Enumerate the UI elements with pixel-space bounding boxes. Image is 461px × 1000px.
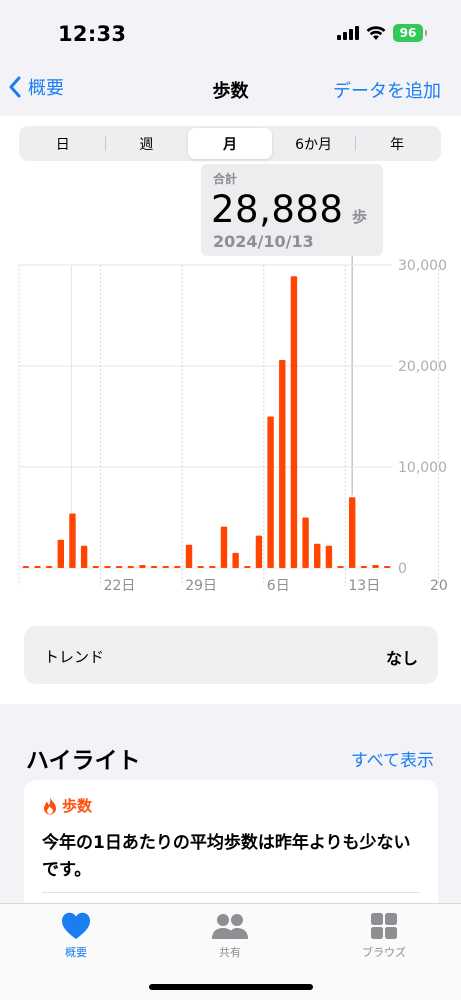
add-data-button[interactable]: データを追加 [333,77,441,103]
bar[interactable] [139,564,146,568]
cellular-signal-icon [337,26,359,40]
bar[interactable] [267,416,274,569]
y-tick-label: 20,000 [398,359,447,375]
see-all-link[interactable]: すべて表示 [351,746,434,771]
y-tick-label: 30,000 [398,258,447,274]
segment-year[interactable]: 年 [355,128,439,159]
highlight-category-label: 歩数 [62,797,93,815]
x-tick-label: 22日 [104,578,136,594]
segment-day[interactable]: 日 [21,128,105,159]
segment-month[interactable]: 月 [188,128,272,159]
bar[interactable] [185,544,193,568]
bar[interactable] [383,566,391,568]
tooltip-date: 2024/10/13 [213,232,314,251]
bar[interactable] [360,566,368,568]
status-icons: 96 [337,24,427,42]
bar[interactable] [80,545,88,568]
bar[interactable] [209,566,216,568]
segment-month-label: 月 [222,136,237,153]
bar[interactable] [162,566,169,568]
segment-six-months-label: 6か月 [295,136,333,153]
trend-card[interactable]: トレンド なし [24,626,438,684]
bar[interactable] [69,513,76,568]
flame-icon [44,796,56,814]
bar[interactable] [232,552,239,568]
home-indicator [149,984,313,990]
chart-panel: 日 週 月 6か月 年 合計 28,888 歩 2024/10/13 0 10,0… [0,116,461,704]
tab-sharing-label: 共有 [219,946,241,959]
tab-summary[interactable]: 概要 [16,912,136,960]
y-tick-label: 0 [398,561,407,577]
status-bar: 12:33 96 [0,0,461,60]
bar[interactable] [244,566,251,568]
bar[interactable] [92,566,99,568]
segment-six-months[interactable]: 6か月 [272,128,356,159]
bar[interactable] [115,566,123,568]
status-time: 12:33 [58,22,127,46]
bar[interactable] [57,539,65,568]
bar[interactable] [22,566,30,568]
bar[interactable] [279,359,286,568]
trend-label: トレンド [44,648,105,666]
bar[interactable] [325,545,333,568]
bar[interactable] [314,543,321,568]
segment-week-label: 週 [139,136,154,153]
battery-indicator: 96 [393,24,427,42]
battery-level: 96 [399,26,417,40]
segment-week[interactable]: 週 [104,128,189,159]
bar[interactable] [337,565,344,568]
bar[interactable] [372,564,379,568]
trend-value: なし [385,649,418,668]
bar[interactable] [127,566,134,568]
highlight-divider [42,892,420,893]
bar[interactable] [220,526,228,568]
segment-day-label: 日 [55,136,70,153]
x-tick-label: 29日 [185,578,217,594]
y-tick-label: 10,000 [398,460,447,476]
x-tick-label: 20 [430,578,448,594]
highlight-text: 今年の1日あたりの平均歩数は昨年よりも少ないです。 [42,833,411,880]
highlight-category: 歩数 [42,795,92,816]
bar[interactable] [302,517,309,569]
nav-bar: 概要 歩数 データを追加 [0,62,461,114]
x-tick-label: 6日 [267,578,290,594]
bar[interactable] [290,276,298,568]
tooltip-label: 合計 [213,172,238,186]
tooltip-value: 28,888 [211,188,344,231]
people-icon [212,914,248,939]
bar[interactable] [348,497,356,568]
wifi-icon [366,25,386,40]
x-tick-label: 13日 [348,578,380,594]
highlights-heading: ハイライト [26,748,141,774]
bar[interactable] [104,566,111,568]
bar[interactable] [150,566,158,568]
tab-browse[interactable]: ブラウズ [324,912,444,960]
tab-sharing[interactable]: 共有 [170,912,290,960]
selection-tooltip: 合計 28,888 歩 2024/10/13 [201,164,383,256]
tab-summary-label: 概要 [65,946,87,959]
bar[interactable] [197,566,204,568]
bar[interactable] [255,535,263,568]
period-segmented-control: 日 週 月 6か月 年 [19,126,441,161]
tab-browse-label: ブラウズ [362,946,406,959]
segment-year-label: 年 [390,136,405,153]
bar[interactable] [45,565,53,568]
heart-icon [61,912,91,939]
tooltip-unit: 歩 [352,208,368,226]
grid-icon [371,913,397,939]
bar[interactable] [34,565,41,568]
bar[interactable] [174,566,181,568]
